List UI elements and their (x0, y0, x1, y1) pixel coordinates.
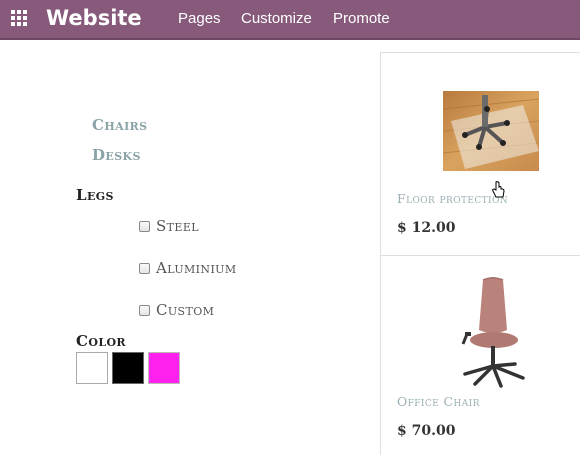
hand-cursor-icon (492, 181, 505, 198)
office-chair-image[interactable] (453, 274, 533, 392)
menu-promote[interactable]: Promote (333, 10, 390, 28)
floor-protection-image[interactable] (443, 91, 539, 171)
top-navbar: Website Pages Customize Promote (0, 0, 580, 40)
category-chairs-link[interactable]: Chairs (92, 116, 148, 134)
aluminium-label: Aluminium (156, 259, 237, 277)
steel-checkbox[interactable] (139, 220, 150, 232)
brand-title[interactable]: Website (46, 4, 142, 32)
custom-checkbox[interactable] (139, 304, 150, 316)
color-swatch-pink[interactable] (148, 352, 180, 384)
color-swatch-white[interactable] (76, 352, 108, 384)
product-name[interactable]: Office Chair (397, 394, 480, 410)
product-card[interactable]: Floor protection $ 12.00 (380, 52, 580, 255)
color-swatch-black[interactable] (112, 352, 144, 384)
steel-label: Steel (156, 217, 199, 235)
legs-option-aluminium[interactable]: Aluminium (139, 259, 237, 277)
aluminium-checkbox[interactable] (139, 262, 150, 274)
menu-customize[interactable]: Customize (241, 10, 312, 28)
color-filter-title: Color (76, 332, 126, 350)
product-price: $ 12.00 (397, 220, 456, 236)
apps-grid-icon[interactable] (10, 9, 28, 27)
legs-option-steel[interactable]: Steel (139, 217, 199, 235)
category-desks-link[interactable]: Desks (92, 146, 141, 164)
product-card[interactable]: Office Chair $ 70.00 (380, 255, 580, 455)
legs-option-custom[interactable]: Custom (139, 301, 214, 319)
legs-filter-title: Legs (76, 186, 114, 204)
product-price: $ 70.00 (397, 423, 456, 439)
menu-pages[interactable]: Pages (178, 10, 221, 28)
custom-label: Custom (156, 301, 215, 319)
